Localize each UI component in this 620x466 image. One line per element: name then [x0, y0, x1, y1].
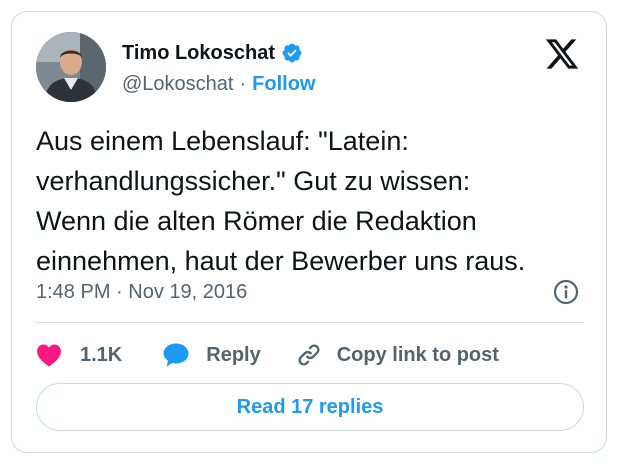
author-name-row: Timo Lokoschat [122, 38, 303, 68]
read-replies-button[interactable]: Read 17 replies [36, 383, 584, 431]
x-logo-icon[interactable] [544, 36, 580, 72]
link-icon [295, 341, 323, 369]
avatar-photo [36, 32, 106, 102]
divider [36, 322, 584, 323]
author-handle[interactable]: @Lokoschat [122, 73, 233, 96]
tweet-timestamp[interactable]: 1:48 PM · Nov 19, 2016 [36, 277, 247, 307]
reply-label: Reply [206, 343, 261, 366]
copy-link-label: Copy link to post [336, 343, 499, 366]
separator: · [239, 72, 247, 95]
tweet-text-line: Aus einem Lebenslauf: "Latein: [36, 126, 409, 156]
tweet-text: Aus einem Lebenslauf: "Latein: verhandlu… [36, 121, 591, 281]
tweet-text-line: verhandlungssicher." Gut zu wissen: [36, 166, 471, 196]
action-bar: 1.1K Reply Copy link to post [36, 337, 499, 373]
info-icon[interactable] [553, 279, 579, 305]
reply-button[interactable]: Reply [162, 342, 261, 368]
copy-link-button[interactable]: Copy link to post [295, 341, 499, 369]
tweet-text-line: Wenn die alten Römer die Redaktion [36, 206, 477, 236]
like-button[interactable]: 1.1K [36, 343, 122, 367]
author-display-name[interactable]: Timo Lokoschat [122, 42, 275, 65]
author-handle-row: @Lokoschat · Follow [122, 69, 315, 99]
heart-icon [36, 343, 62, 367]
tweet-text-line: einnehmen, haut der Bewerber uns raus. [36, 246, 526, 276]
follow-button[interactable]: Follow [252, 73, 315, 96]
speech-bubble-icon [162, 342, 190, 368]
tweet-card: Timo Lokoschat @Lokoschat · Follow Aus e… [11, 11, 607, 453]
avatar[interactable] [36, 32, 106, 102]
like-count: 1.1K [80, 343, 123, 366]
verified-badge-icon [281, 42, 303, 64]
